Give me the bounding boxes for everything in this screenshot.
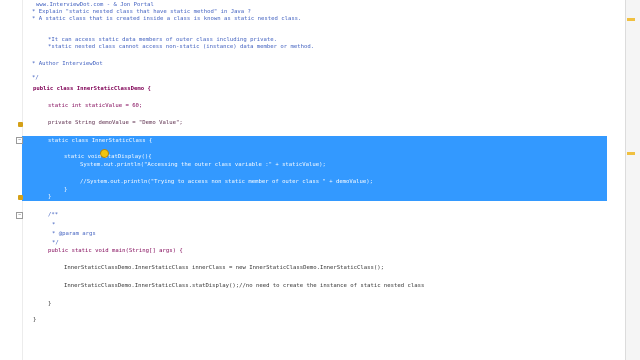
code-line: */ — [32, 75, 39, 81]
code-line: public static void main(String[] args) { — [48, 248, 183, 254]
overview-marker[interactable] — [627, 18, 635, 21]
code-line-selected: //System.out.println("Trying to access n… — [80, 179, 373, 185]
fold-toggle-icon[interactable]: − — [16, 212, 23, 219]
code-line-selected: static class InnerStaticClass { — [48, 138, 153, 144]
code-line: private String demoValue = "Demo Value"; — [48, 120, 183, 126]
code-line: * Explain "static nested class that have… — [32, 9, 251, 15]
overview-marker[interactable] — [627, 152, 635, 155]
code-line-selected: } — [48, 194, 52, 200]
code-line: *static nested class cannot access non-s… — [48, 44, 315, 50]
code-editor[interactable]: − − www.InterviewDot.com - & Jon Portal … — [0, 0, 625, 360]
override-marker-icon[interactable] — [18, 122, 23, 127]
code-line: } — [33, 317, 37, 323]
code-line: * @param args — [52, 231, 96, 237]
code-line: * A static class that is created inside … — [32, 16, 302, 22]
code-line-selected: System.out.println("Accessing the outer … — [80, 162, 326, 168]
fold-toggle-icon[interactable]: − — [16, 137, 23, 144]
code-line: * — [52, 222, 56, 228]
code-line-selected: } — [64, 187, 68, 193]
code-line: *It can access static data members of ou… — [48, 37, 278, 43]
code-line: /** — [48, 212, 59, 218]
overview-ruler[interactable] — [625, 0, 640, 360]
code-line: */ — [52, 240, 59, 246]
code-line: static int staticValue = 60; — [48, 103, 143, 109]
code-line: } — [48, 301, 52, 307]
code-line: InnerStaticClassDemo.InnerStaticClass.st… — [64, 283, 425, 289]
lightbulb-icon[interactable] — [100, 149, 109, 158]
override-marker-icon[interactable] — [18, 195, 23, 200]
code-line: InnerStaticClassDemo.InnerStaticClass in… — [64, 265, 384, 271]
code-line: * Author InterviewDot — [32, 61, 103, 67]
editor-gutter — [0, 0, 23, 360]
code-line: www.InterviewDot.com - & Jon Portal — [36, 2, 154, 8]
code-line: public class InnerStaticClassDemo { — [33, 86, 151, 92]
